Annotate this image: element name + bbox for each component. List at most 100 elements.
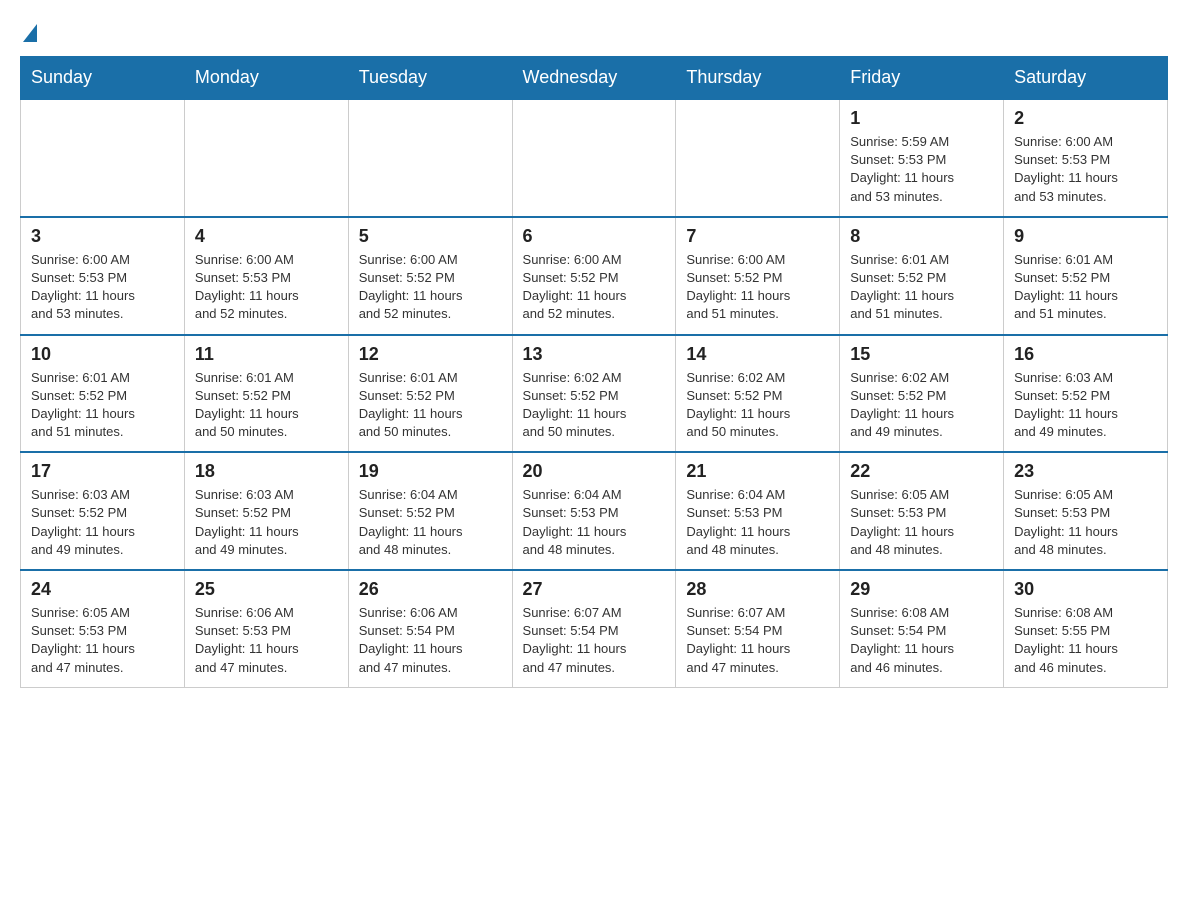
calendar-cell: 15Sunrise: 6:02 AM Sunset: 5:52 PM Dayli… (840, 335, 1004, 453)
day-info: Sunrise: 6:01 AM Sunset: 5:52 PM Dayligh… (31, 369, 174, 442)
day-number: 13 (523, 344, 666, 365)
calendar-cell: 28 Sunrise: 6:07 AM Sunset: 5:54 PM Dayli… (676, 570, 840, 687)
day-number: 11 (195, 344, 338, 365)
page-header (20, 20, 1168, 36)
day-number: 3 (31, 226, 174, 247)
day-number: 5 (359, 226, 502, 247)
day-number: 9 (1014, 226, 1157, 247)
day-number: 1 (850, 108, 993, 129)
day-number: 28 (686, 579, 829, 600)
day-info: Sunrise: 6:04 AM Sunset: 5:53 PM Dayligh… (686, 486, 829, 559)
calendar-cell: 16Sunrise: 6:03 AM Sunset: 5:52 PM Dayli… (1004, 335, 1168, 453)
week-row-2: 3 Sunrise: 6:00 AM Sunset: 5:53 PM Daylig… (21, 217, 1168, 335)
calendar-cell: 3 Sunrise: 6:00 AM Sunset: 5:53 PM Daylig… (21, 217, 185, 335)
weekday-header-row: SundayMondayTuesdayWednesdayThursdayFrid… (21, 57, 1168, 100)
calendar-cell: 6 Sunrise: 6:00 AM Sunset: 5:52 PM Daylig… (512, 217, 676, 335)
day-info: Sunrise: 6:06 AM Sunset: 5:53 PM Dayligh… (195, 604, 338, 677)
day-number: 8 (850, 226, 993, 247)
logo-triangle-icon (23, 24, 37, 42)
day-number: 18 (195, 461, 338, 482)
day-info: Sunrise: 6:00 AM Sunset: 5:52 PM Dayligh… (359, 251, 502, 324)
calendar-cell: 22 Sunrise: 6:05 AM Sunset: 5:53 PM Dayli… (840, 452, 1004, 570)
day-number: 24 (31, 579, 174, 600)
day-number: 30 (1014, 579, 1157, 600)
calendar-cell: 17 Sunrise: 6:03 AM Sunset: 5:52 PM Dayli… (21, 452, 185, 570)
day-info: Sunrise: 6:00 AM Sunset: 5:52 PM Dayligh… (686, 251, 829, 324)
calendar-cell: 30 Sunrise: 6:08 AM Sunset: 5:55 PM Dayli… (1004, 570, 1168, 687)
day-info: Sunrise: 6:05 AM Sunset: 5:53 PM Dayligh… (31, 604, 174, 677)
day-info: Sunrise: 6:08 AM Sunset: 5:54 PM Dayligh… (850, 604, 993, 677)
logo (20, 20, 37, 36)
calendar-cell: 19 Sunrise: 6:04 AM Sunset: 5:52 PM Dayli… (348, 452, 512, 570)
day-number: 10 (31, 344, 174, 365)
calendar-cell: 14 Sunrise: 6:02 AM Sunset: 5:52 PM Dayli… (676, 335, 840, 453)
week-row-4: 17 Sunrise: 6:03 AM Sunset: 5:52 PM Dayli… (21, 452, 1168, 570)
week-row-5: 24 Sunrise: 6:05 AM Sunset: 5:53 PM Dayli… (21, 570, 1168, 687)
day-info: Sunrise: 6:05 AM Sunset: 5:53 PM Dayligh… (850, 486, 993, 559)
day-number: 22 (850, 461, 993, 482)
day-number: 17 (31, 461, 174, 482)
calendar-cell: 12 Sunrise: 6:01 AM Sunset: 5:52 PM Dayli… (348, 335, 512, 453)
calendar-cell: 11 Sunrise: 6:01 AM Sunset: 5:52 PM Dayli… (184, 335, 348, 453)
day-info: Sunrise: 6:05 AM Sunset: 5:53 PM Dayligh… (1014, 486, 1157, 559)
day-number: 4 (195, 226, 338, 247)
week-row-3: 10 Sunrise: 6:01 AM Sunset: 5:52 PM Dayli… (21, 335, 1168, 453)
calendar-cell: 4 Sunrise: 6:00 AM Sunset: 5:53 PM Daylig… (184, 217, 348, 335)
calendar-cell: 21 Sunrise: 6:04 AM Sunset: 5:53 PM Dayli… (676, 452, 840, 570)
calendar-cell: 7 Sunrise: 6:00 AM Sunset: 5:52 PM Daylig… (676, 217, 840, 335)
weekday-header-thursday: Thursday (676, 57, 840, 100)
calendar-cell: 24 Sunrise: 6:05 AM Sunset: 5:53 PM Dayli… (21, 570, 185, 687)
day-info: Sunrise: 6:01 AM Sunset: 5:52 PM Dayligh… (359, 369, 502, 442)
calendar-cell: 26 Sunrise: 6:06 AM Sunset: 5:54 PM Dayli… (348, 570, 512, 687)
day-info: Sunrise: 6:03 AM Sunset: 5:52 PM Dayligh… (195, 486, 338, 559)
day-info: Sunrise: 6:02 AM Sunset: 5:52 PM Dayligh… (850, 369, 993, 442)
day-number: 23 (1014, 461, 1157, 482)
day-number: 7 (686, 226, 829, 247)
calendar-cell: 18 Sunrise: 6:03 AM Sunset: 5:52 PM Dayli… (184, 452, 348, 570)
day-info: Sunrise: 6:04 AM Sunset: 5:53 PM Dayligh… (523, 486, 666, 559)
calendar-cell: 2Sunrise: 6:00 AM Sunset: 5:53 PM Daylig… (1004, 99, 1168, 217)
calendar-cell: 5 Sunrise: 6:00 AM Sunset: 5:52 PM Daylig… (348, 217, 512, 335)
calendar-cell (348, 99, 512, 217)
day-info: Sunrise: 5:59 AM Sunset: 5:53 PM Dayligh… (850, 133, 993, 206)
day-number: 20 (523, 461, 666, 482)
day-info: Sunrise: 6:08 AM Sunset: 5:55 PM Dayligh… (1014, 604, 1157, 677)
calendar-cell: 23 Sunrise: 6:05 AM Sunset: 5:53 PM Dayli… (1004, 452, 1168, 570)
calendar-cell (21, 99, 185, 217)
day-info: Sunrise: 6:07 AM Sunset: 5:54 PM Dayligh… (686, 604, 829, 677)
weekday-header-tuesday: Tuesday (348, 57, 512, 100)
day-info: Sunrise: 6:00 AM Sunset: 5:52 PM Dayligh… (523, 251, 666, 324)
calendar-cell (512, 99, 676, 217)
day-number: 26 (359, 579, 502, 600)
calendar-cell: 1 Sunrise: 5:59 AM Sunset: 5:53 PM Daylig… (840, 99, 1004, 217)
day-number: 21 (686, 461, 829, 482)
day-info: Sunrise: 6:01 AM Sunset: 5:52 PM Dayligh… (850, 251, 993, 324)
calendar-cell: 27Sunrise: 6:07 AM Sunset: 5:54 PM Dayli… (512, 570, 676, 687)
weekday-header-saturday: Saturday (1004, 57, 1168, 100)
day-number: 27 (523, 579, 666, 600)
day-number: 29 (850, 579, 993, 600)
calendar-cell (676, 99, 840, 217)
day-info: Sunrise: 6:00 AM Sunset: 5:53 PM Dayligh… (195, 251, 338, 324)
calendar-cell: 8 Sunrise: 6:01 AM Sunset: 5:52 PM Daylig… (840, 217, 1004, 335)
day-number: 14 (686, 344, 829, 365)
calendar-cell: 10 Sunrise: 6:01 AM Sunset: 5:52 PM Dayli… (21, 335, 185, 453)
weekday-header-monday: Monday (184, 57, 348, 100)
day-number: 6 (523, 226, 666, 247)
day-info: Sunrise: 6:00 AM Sunset: 5:53 PM Dayligh… (31, 251, 174, 324)
weekday-header-friday: Friday (840, 57, 1004, 100)
day-info: Sunrise: 6:02 AM Sunset: 5:52 PM Dayligh… (686, 369, 829, 442)
day-info: Sunrise: 6:06 AM Sunset: 5:54 PM Dayligh… (359, 604, 502, 677)
day-number: 19 (359, 461, 502, 482)
calendar-cell: 9 Sunrise: 6:01 AM Sunset: 5:52 PM Daylig… (1004, 217, 1168, 335)
calendar-cell (184, 99, 348, 217)
weekday-header-sunday: Sunday (21, 57, 185, 100)
day-number: 12 (359, 344, 502, 365)
calendar-table: SundayMondayTuesdayWednesdayThursdayFrid… (20, 56, 1168, 688)
day-number: 16 (1014, 344, 1157, 365)
day-info: Sunrise: 6:04 AM Sunset: 5:52 PM Dayligh… (359, 486, 502, 559)
day-info: Sunrise: 6:01 AM Sunset: 5:52 PM Dayligh… (195, 369, 338, 442)
day-info: Sunrise: 6:03 AM Sunset: 5:52 PM Dayligh… (31, 486, 174, 559)
day-info: Sunrise: 6:01 AM Sunset: 5:52 PM Dayligh… (1014, 251, 1157, 324)
calendar-cell: 29 Sunrise: 6:08 AM Sunset: 5:54 PM Dayli… (840, 570, 1004, 687)
